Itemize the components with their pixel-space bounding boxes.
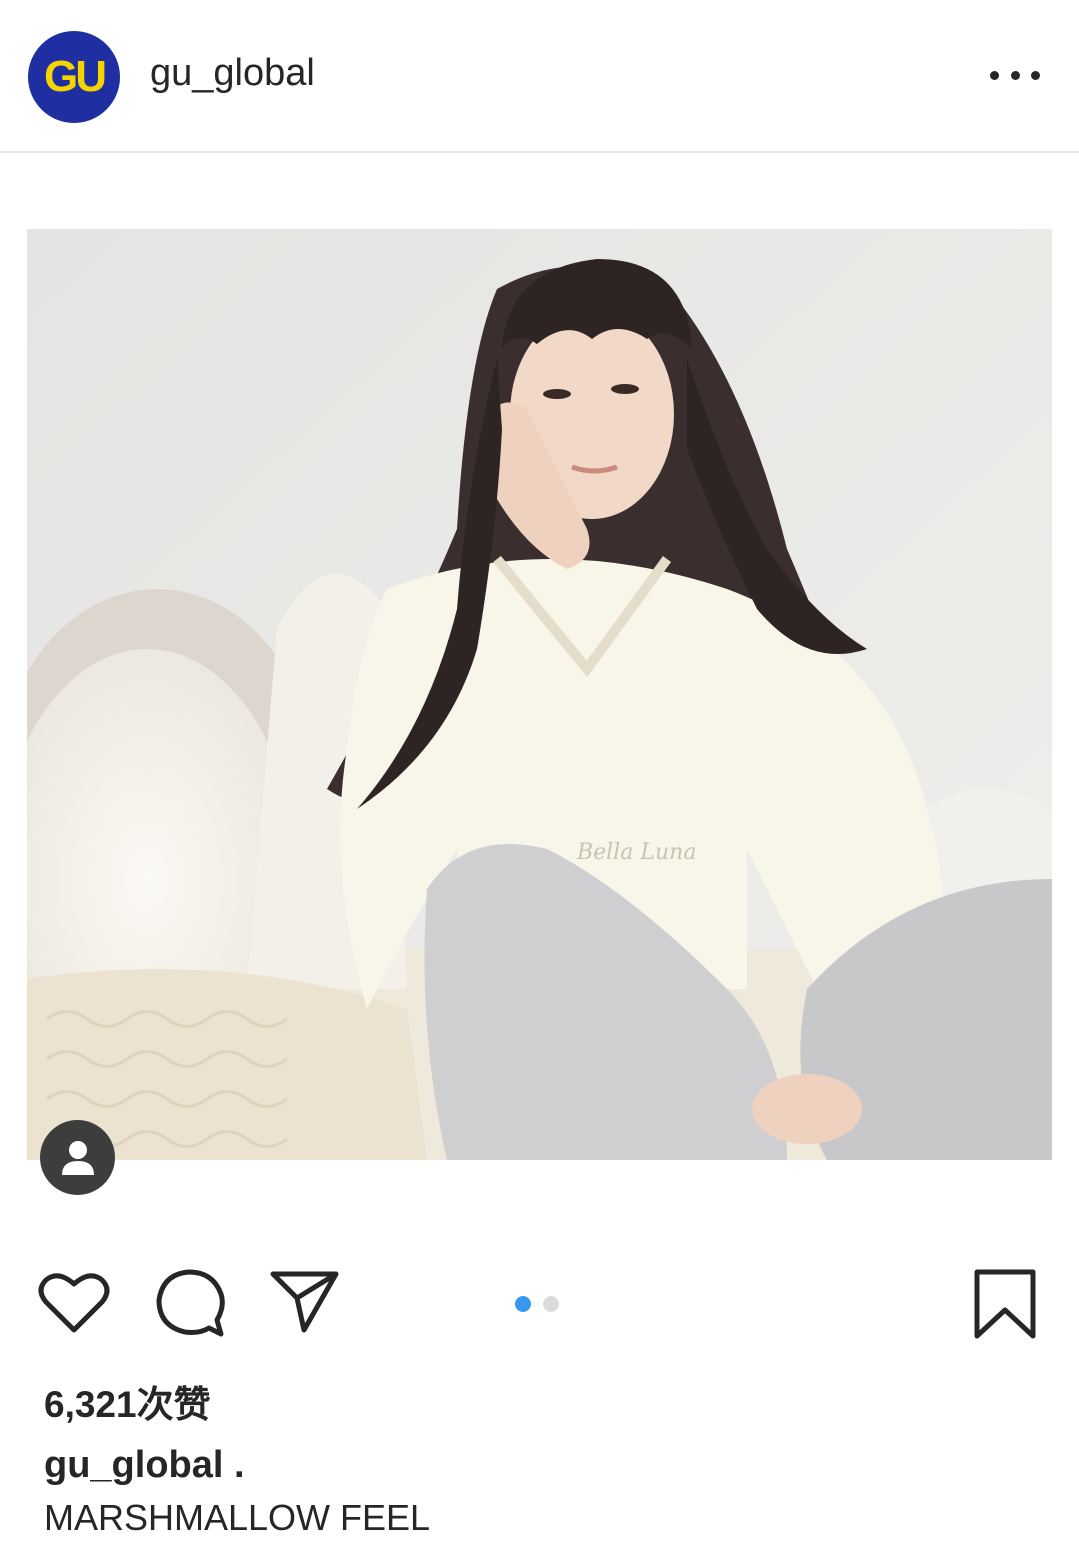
like-count[interactable]: 6,321次赞 [44, 1374, 211, 1428]
post-image[interactable]: Bella Luna [27, 229, 1052, 1160]
bookmark-icon[interactable] [972, 1268, 1038, 1340]
more-dot [990, 70, 999, 80]
share-icon[interactable] [270, 1270, 340, 1334]
user-tag-icon[interactable] [40, 1120, 115, 1195]
photo-illustration: Bella Luna [27, 229, 1052, 1160]
svg-text:Bella Luna: Bella Luna [576, 840, 696, 865]
person-glyph [61, 1140, 94, 1175]
carousel-indicator [515, 1295, 565, 1313]
more-icon[interactable] [990, 60, 1040, 90]
comment-icon[interactable] [155, 1268, 227, 1338]
avatar[interactable]: GU [28, 31, 120, 123]
carousel-dot [543, 1296, 559, 1312]
post-header: GU gu_global [0, 0, 1079, 153]
heart-icon[interactable] [38, 1270, 110, 1334]
brand-logo: GU [44, 52, 107, 101]
username[interactable]: gu_global [150, 52, 315, 95]
carousel-dot-active [515, 1296, 531, 1312]
more-dot [1010, 70, 1020, 80]
caption-username[interactable]: gu_global . [44, 1444, 245, 1487]
caption-text: MARSHMALLOW FEEL [44, 1497, 431, 1538]
more-dot [1031, 70, 1040, 80]
